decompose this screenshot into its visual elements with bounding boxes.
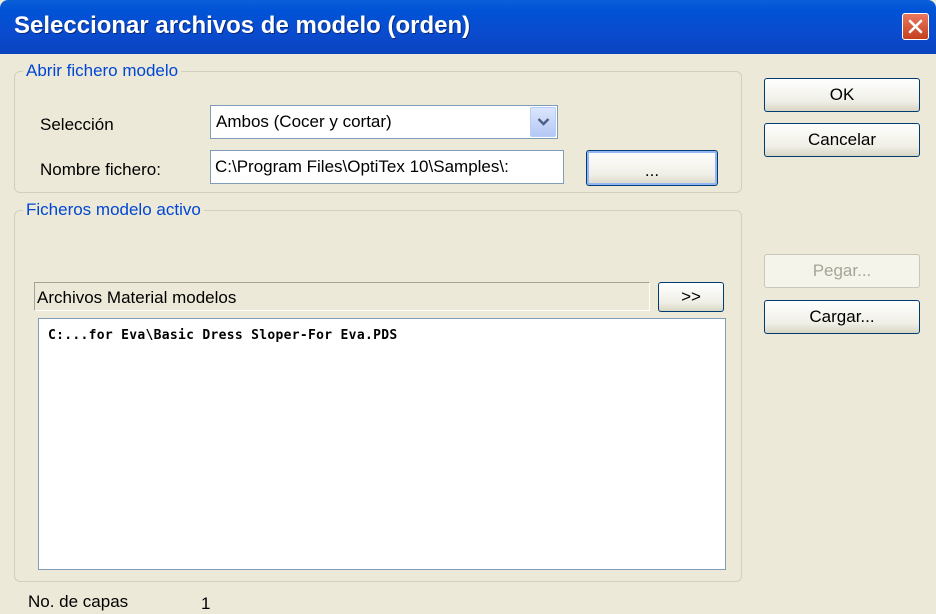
chevron-down-icon (537, 118, 550, 126)
cancel-button-label: Cancelar (807, 130, 877, 149)
load-button-label: Cargar... (809, 307, 875, 326)
layers-value: 1 (201, 594, 211, 613)
expand-button-label: >> (681, 287, 701, 306)
files-list[interactable]: C:...for Eva\Basic Dress Sloper-For Eva.… (38, 318, 726, 570)
window-title: Seleccionar archivos de modelo (orden) (14, 12, 471, 39)
filename-field[interactable]: C:\Program Files\OptiTex 10\Samples\: (210, 150, 564, 184)
title-bar[interactable]: Seleccionar archivos de modelo (orden) (0, 0, 936, 54)
filename-field-value: C:\Program Files\OptiTex 10\Samples\: (215, 157, 509, 176)
ok-button-label: OK (829, 85, 855, 104)
browse-button[interactable]: ... (586, 150, 718, 186)
ok-button[interactable]: OK (764, 78, 920, 112)
browse-button-label: ... (644, 161, 660, 181)
load-button[interactable]: Cargar... (764, 300, 920, 334)
selection-dropdown-value: Ambos (Cocer y cortar) (216, 112, 392, 131)
selection-label: Selección (40, 115, 114, 134)
expand-button[interactable]: >> (658, 282, 724, 312)
paste-button-label: Pegar... (812, 261, 872, 280)
close-button[interactable] (902, 13, 929, 40)
active-model-group-legend: Ficheros modelo activo (23, 200, 204, 220)
dialog-body: Abrir fichero modelo Selección Ambos (Co… (0, 54, 936, 613)
close-x-icon (908, 19, 923, 34)
dropdown-arrow-button[interactable] (530, 107, 556, 137)
selection-dropdown[interactable]: Ambos (Cocer y cortar) (210, 105, 558, 139)
layers-label: No. de capas (28, 592, 129, 611)
cancel-button[interactable]: Cancelar (764, 123, 920, 157)
files-list-header: Archivos Material modelos (34, 282, 650, 311)
paste-button[interactable]: Pegar... (764, 254, 920, 288)
filename-label: Nombre fichero: (40, 160, 161, 179)
open-model-group-legend: Abrir fichero modelo (23, 61, 182, 81)
list-item[interactable]: C:...for Eva\Basic Dress Sloper-For Eva.… (48, 328, 397, 343)
files-list-header-label: Archivos Material modelos (37, 288, 237, 307)
